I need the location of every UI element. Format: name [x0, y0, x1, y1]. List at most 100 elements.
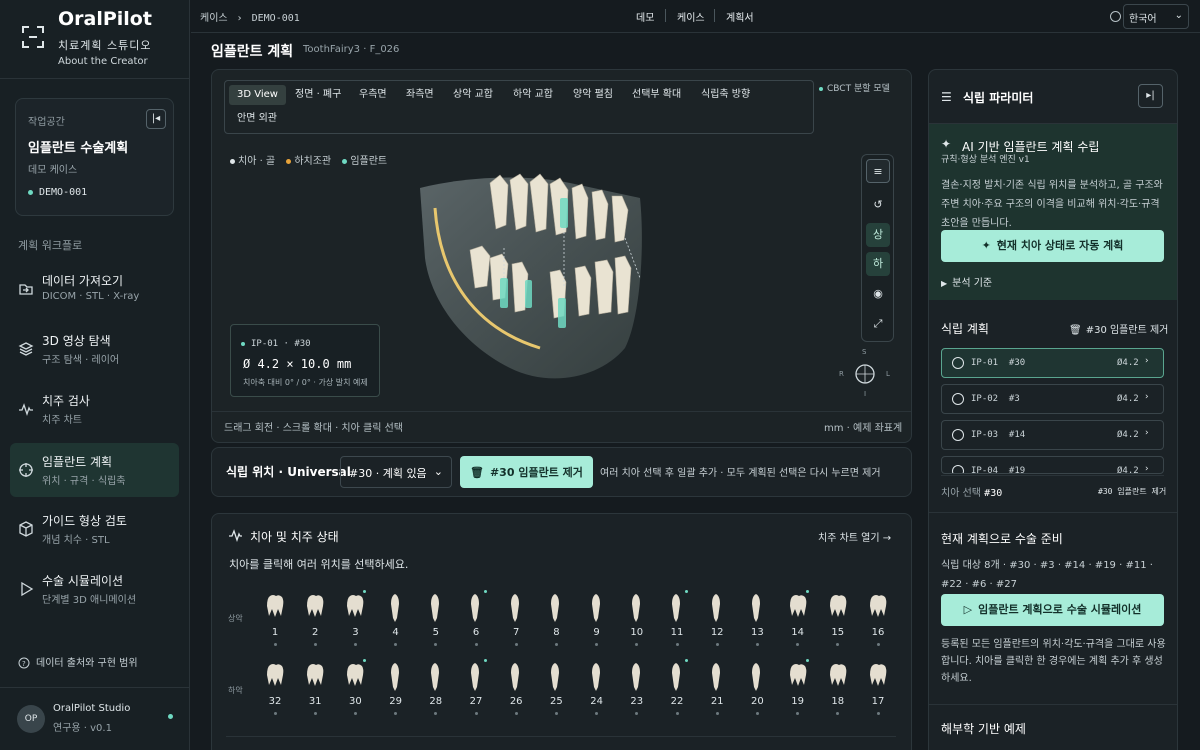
nav-item-3d-explore[interactable]: 3D 영상 탐색 구조 탐색 · 레이어 — [10, 322, 179, 376]
tooth-3[interactable]: 3 — [340, 590, 370, 646]
tooth-26[interactable]: 26 — [501, 661, 531, 715]
nav-item-sub: 단계별 3D 애니메이션 — [42, 595, 137, 606]
tooth-25[interactable]: 25 — [541, 661, 571, 715]
perio-status-dot — [313, 712, 317, 715]
nav-item-implant-plan[interactable]: 임플란트 계획 위치 · 규격 · 식립축 — [10, 443, 179, 497]
tooth-8[interactable]: 8 — [541, 592, 571, 646]
tooth-14[interactable]: 14 — [783, 590, 813, 646]
tab-both-spread[interactable]: 양악 펼침 — [565, 85, 621, 105]
tab-lower-occlusal[interactable]: 하악 교합 — [505, 85, 561, 105]
language-select[interactable]: 한국어 ⌄ — [1123, 4, 1189, 29]
tooth-17[interactable]: 17 — [863, 661, 893, 715]
orientation-cube-icon[interactable] — [854, 363, 876, 385]
tooth-15[interactable]: 15 — [823, 592, 853, 646]
nav-item-sub: 구조 탐색 · 레이어 — [42, 355, 120, 366]
tooth-number: 21 — [710, 696, 724, 707]
target-icon — [19, 463, 33, 477]
implant-row-ip-04[interactable]: IP-04 #19 Ø4.2 › — [941, 456, 1164, 474]
fullscreen-icon[interactable]: ⤢ — [866, 312, 890, 336]
tab-axis-direction[interactable]: 식립축 방향 — [693, 85, 758, 105]
perio-status-dot — [796, 643, 800, 646]
tooth-selection-remove[interactable]: #30 임플란트 제거 — [1098, 486, 1166, 497]
implant-row-ip-02[interactable]: IP-02 #3 Ø4.2 › — [941, 384, 1164, 414]
tab-face[interactable]: 안면 외관 — [229, 109, 285, 129]
tab-front-closed[interactable]: 정면 · 폐구 — [287, 85, 349, 105]
tooth-28[interactable]: 28 — [421, 661, 451, 715]
legend-swatch-bone — [230, 158, 235, 164]
perio-status-dot — [474, 712, 478, 715]
implant-row-ip-03[interactable]: IP-03 #14 Ø4.2 › — [941, 420, 1164, 450]
reset-view-icon[interactable]: ↺ — [866, 193, 890, 217]
nav-item-import[interactable]: 데이터 가져오기 DICOM · STL · X-ray — [10, 262, 179, 316]
plan-remove-link[interactable]: 🗑 #30 임플란트 제거 — [1069, 321, 1168, 336]
tooth-32[interactable]: 32 — [260, 661, 290, 715]
analysis-criteria-toggle[interactable]: ▶ 분석 기준 — [941, 274, 992, 289]
tab-right[interactable]: 우측면 — [351, 85, 395, 105]
topnav-cases[interactable]: 케이스 — [677, 9, 705, 24]
tooth-16[interactable]: 16 — [863, 592, 893, 646]
tab-left[interactable]: 좌측면 — [398, 85, 442, 105]
implant-id: IP-02 #3 — [971, 394, 1020, 404]
eye-icon[interactable]: ◉ — [866, 282, 890, 306]
tooth-11[interactable]: 11 — [662, 590, 692, 646]
tooth-24[interactable]: 24 — [582, 661, 612, 715]
perio-status-dot — [514, 712, 518, 715]
auto-plan-button[interactable]: ✦ 현재 치아 상태로 자동 계획 — [941, 230, 1164, 262]
jaw-3d-model[interactable] — [400, 168, 690, 398]
tooth-position-select[interactable]: #30 · 계획 있음 ⌄ — [340, 456, 452, 488]
tooth-5[interactable]: 5 — [421, 592, 451, 646]
tooth-1[interactable]: 1 — [260, 592, 290, 646]
tab-upper-occlusal[interactable]: 상악 교합 — [445, 85, 501, 105]
nav-item-simulation[interactable]: 수술 시뮬레이션 단계별 3D 애니메이션 — [10, 562, 179, 616]
tooth-13[interactable]: 13 — [742, 592, 772, 646]
divider — [212, 411, 911, 412]
tooth-number: 7 — [513, 627, 520, 638]
nav-item-perio[interactable]: 치주 검사 치주 차트 — [10, 382, 179, 436]
toggle-lower-button[interactable]: 하 — [866, 252, 890, 276]
tooth-29[interactable]: 29 — [381, 661, 411, 715]
workspace-label: 작업공간 — [28, 117, 65, 128]
toggle-upper-button[interactable]: 상 — [866, 223, 890, 247]
implant-row-ip-01[interactable]: IP-01 #30 Ø4.2 › — [941, 348, 1164, 378]
tooth-2[interactable]: 2 — [300, 592, 330, 646]
open-perio-chart-link[interactable]: 치주 차트 열기 → — [818, 529, 891, 544]
surgery-note: 등록된 모든 임플란트의 위치·각도·규격을 그대로 사용합니다. 치아를 클릭… — [941, 639, 1166, 684]
tooth-18[interactable]: 18 — [823, 661, 853, 715]
remove-implant-button[interactable]: 🗑 #30 임플란트 제거 — [460, 456, 593, 488]
tooth-27[interactable]: 27 — [461, 659, 491, 715]
adjust-icon[interactable]: ≡ — [866, 159, 890, 183]
tooth-9[interactable]: 9 — [582, 592, 612, 646]
simulate-surgery-button[interactable]: ▷ 임플란트 계획으로 수술 시뮬레이션 — [941, 594, 1164, 626]
topnav-plan-doc[interactable]: 계획서 — [726, 9, 754, 24]
tab-zoom-selection[interactable]: 선택부 확대 — [624, 85, 689, 105]
topnav-demo[interactable]: 데모 — [636, 9, 654, 24]
tooth-30[interactable]: 30 — [340, 659, 370, 715]
about-creator-link[interactable]: About the Creator — [58, 56, 148, 67]
collapse-panel-button[interactable]: ▸| — [1138, 84, 1163, 108]
nav-item-sub: 개념 치수 · STL — [42, 535, 110, 546]
tab-3d-view[interactable]: 3D View — [229, 85, 286, 105]
avatar[interactable]: OP — [17, 705, 45, 733]
implant-marker-dot — [484, 590, 487, 593]
tooth-19[interactable]: 19 — [783, 659, 813, 715]
tooth-20[interactable]: 20 — [742, 661, 772, 715]
plan-remove-label: #30 임플란트 제거 — [1085, 325, 1169, 336]
perio-status-dot — [796, 712, 800, 715]
tooth-22[interactable]: 22 — [662, 659, 692, 715]
tooth-10[interactable]: 10 — [622, 592, 652, 646]
nav-item-guide[interactable]: 가이드 형상 검토 개념 치수 · STL — [10, 502, 179, 556]
tooth-icon — [267, 595, 284, 617]
collapse-sidebar-button[interactable]: |◂ — [146, 109, 166, 129]
tooth-4[interactable]: 4 — [381, 592, 411, 646]
chevron-right-icon: › — [1145, 428, 1149, 438]
tooth-23[interactable]: 23 — [622, 661, 652, 715]
workflow-label: 계획 워크플로 — [18, 239, 83, 252]
breadcrumb-cases[interactable]: 케이스 — [200, 13, 228, 24]
tooth-21[interactable]: 21 — [702, 661, 732, 715]
tooth-31[interactable]: 31 — [300, 661, 330, 715]
tooth-7[interactable]: 7 — [501, 592, 531, 646]
trash-icon: 🗑 — [470, 466, 484, 479]
tooth-6[interactable]: 6 — [461, 590, 491, 646]
tooth-12[interactable]: 12 — [702, 592, 732, 646]
data-source-link[interactable]: ? 데이터 출처와 구현 범위 — [18, 654, 138, 669]
